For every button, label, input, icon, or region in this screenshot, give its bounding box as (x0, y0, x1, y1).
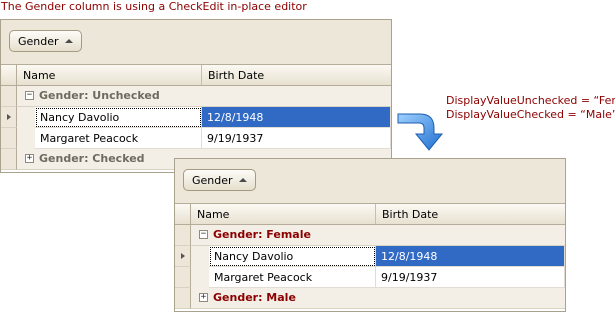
annotation-line-unchecked: DisplayValueUnchecked = “Female” (446, 94, 615, 107)
cell-name[interactable]: Nancy Davolio (35, 107, 202, 128)
group-column-button-gender[interactable]: Gender (183, 169, 256, 191)
sort-ascending-icon (64, 39, 73, 43)
minus-box-icon[interactable]: − (199, 230, 208, 239)
curved-arrow-icon (397, 113, 444, 151)
cell-birth-date[interactable]: 12/8/1948 (202, 107, 391, 128)
cell-birth-date[interactable]: 9/19/1937 (202, 128, 391, 149)
table-row[interactable]: Margaret Peacock 9/19/1937 (1, 128, 391, 149)
minus-box-icon[interactable]: − (25, 91, 34, 100)
focused-row-arrow-icon (175, 246, 191, 267)
column-header-row: Name Birth Date (175, 203, 565, 225)
group-panel: Gender (175, 159, 565, 203)
group-row-label: Gender: Female (213, 228, 311, 241)
column-header-name-label: Name (197, 207, 230, 221)
group-row-label: Gender: Unchecked (39, 89, 160, 102)
table-row[interactable]: Nancy Davolio 12/8/1948 (1, 107, 391, 128)
row-indicator (175, 288, 191, 309)
sort-ascending-icon (238, 178, 247, 182)
plus-box-icon[interactable]: + (199, 293, 208, 302)
grid-after: Gender Name Birth Date − Gender: Female … (174, 158, 566, 312)
column-header-name-label: Name (23, 68, 56, 82)
group-row-unchecked[interactable]: − Gender: Unchecked (1, 86, 391, 107)
row-indicator (175, 225, 191, 246)
grid-body: − Gender: Female Nancy Davolio 12/8/1948… (175, 225, 565, 311)
indicator-header (1, 65, 17, 85)
grid-before: Gender Name Birth Date − Gender: Uncheck… (0, 19, 392, 173)
group-column-button-gender[interactable]: Gender (9, 30, 82, 52)
table-row[interactable]: Margaret Peacock 9/19/1937 (175, 267, 565, 288)
group-row-label: Gender: Checked (39, 152, 145, 165)
group-row-female[interactable]: − Gender: Female (175, 225, 565, 246)
column-header-name[interactable]: Name (191, 204, 376, 224)
table-row[interactable]: Nancy Davolio 12/8/1948 (175, 246, 565, 267)
annotation: DisplayValueUnchecked = “Female” Display… (446, 94, 615, 122)
column-header-row: Name Birth Date (1, 64, 391, 86)
cell-birth-date[interactable]: 9/19/1937 (376, 267, 565, 288)
column-header-birth-date-label: Birth Date (208, 68, 265, 82)
plus-box-icon[interactable]: + (25, 154, 34, 163)
row-indicator (175, 267, 191, 288)
column-header-birth-date-label: Birth Date (382, 207, 439, 221)
group-row-label: Gender: Male (213, 291, 296, 304)
annotation-line-checked: DisplayValueChecked = “Male” (446, 108, 615, 121)
row-indicator (1, 128, 17, 149)
column-header-birth-date[interactable]: Birth Date (376, 204, 565, 224)
caption-text: The Gender column is using a CheckEdit i… (1, 0, 307, 13)
cell-name[interactable]: Margaret Peacock (209, 267, 376, 288)
cell-name[interactable]: Margaret Peacock (35, 128, 202, 149)
row-indicator (1, 149, 17, 170)
group-panel: Gender (1, 20, 391, 64)
column-header-birth-date[interactable]: Birth Date (202, 65, 391, 85)
cell-name[interactable]: Nancy Davolio (209, 246, 376, 267)
group-row-male[interactable]: + Gender: Male (175, 288, 565, 309)
focused-row-arrow-icon (1, 107, 17, 128)
group-column-label: Gender (18, 34, 59, 48)
row-indicator (1, 86, 17, 107)
column-header-name[interactable]: Name (17, 65, 202, 85)
indicator-header (175, 204, 191, 224)
cell-birth-date[interactable]: 12/8/1948 (376, 246, 565, 267)
group-column-label: Gender (192, 173, 233, 187)
